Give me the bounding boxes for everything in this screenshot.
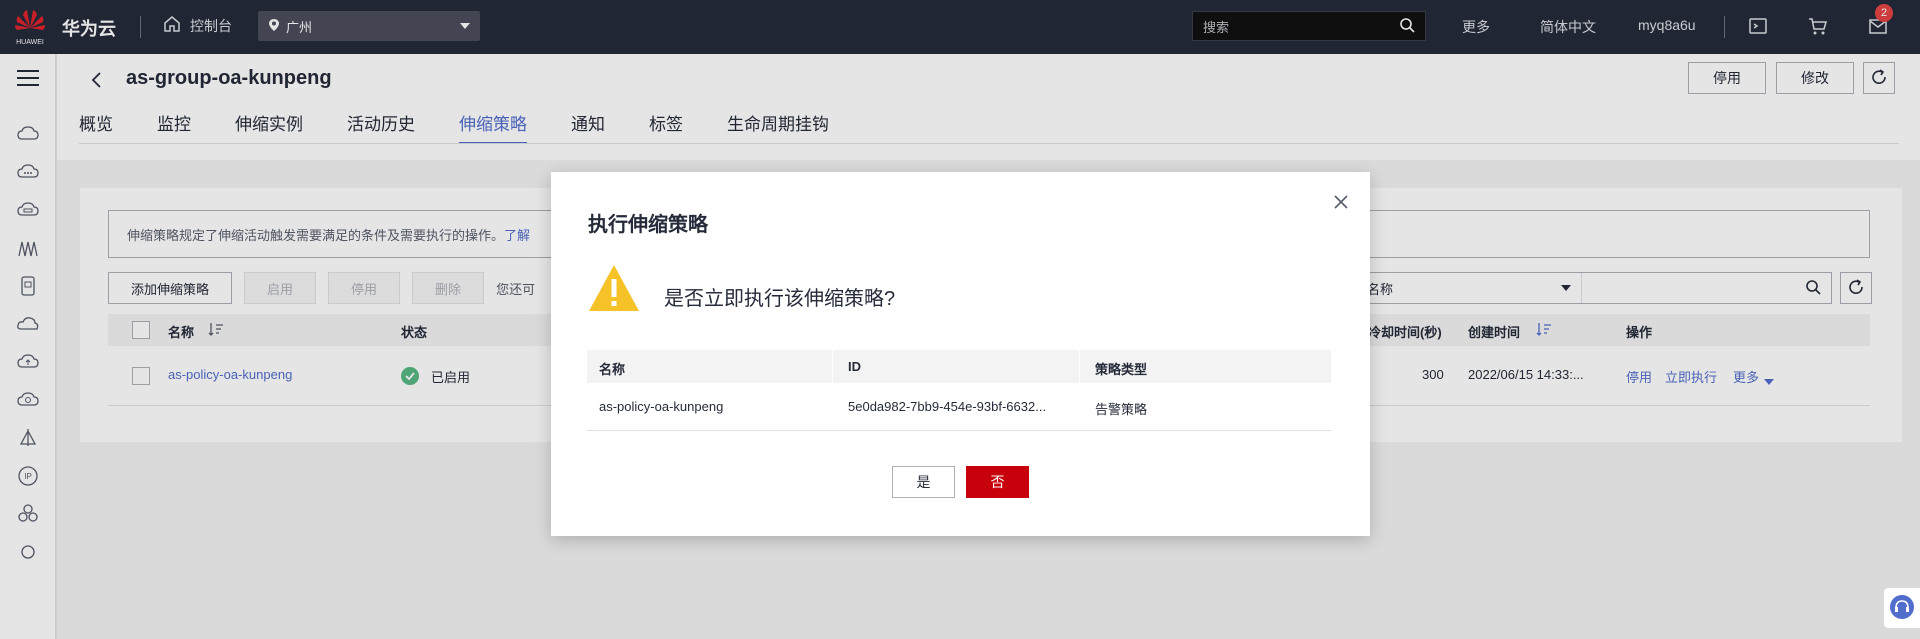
support-widget[interactable] — [1884, 588, 1920, 628]
confirm-question: 是否立即执行该伸缩策略? — [664, 288, 896, 310]
warning-icon — [587, 263, 641, 313]
column-separator — [832, 350, 833, 383]
dialog-table-header: 名称 ID 策略类型 — [587, 350, 1331, 383]
no-button[interactable]: 否 — [966, 466, 1029, 498]
yes-button[interactable]: 是 — [892, 466, 955, 498]
table-row: as-policy-oa-kunpeng 5e0da982-7bb9-454e-… — [587, 383, 1331, 431]
col-id: ID — [848, 359, 861, 374]
policy-type: 告警策略 — [1095, 402, 1148, 417]
execute-policy-dialog: 执行伸缩策略 是否立即执行该伸缩策略? 名称 ID 策略类型 as-policy… — [551, 172, 1370, 536]
dialog-table: 名称 ID 策略类型 as-policy-oa-kunpeng 5e0da982… — [587, 350, 1331, 431]
close-icon[interactable] — [1331, 192, 1351, 212]
column-separator — [1079, 350, 1080, 383]
policy-id: 5e0da982-7bb9-454e-93bf-6632... — [848, 399, 1047, 414]
policy-name: as-policy-oa-kunpeng — [599, 399, 724, 414]
col-type: 策略类型 — [1095, 362, 1148, 377]
col-name: 名称 — [599, 362, 626, 377]
headset-icon — [1889, 594, 1915, 623]
dialog-title: 执行伸缩策略 — [588, 214, 708, 236]
